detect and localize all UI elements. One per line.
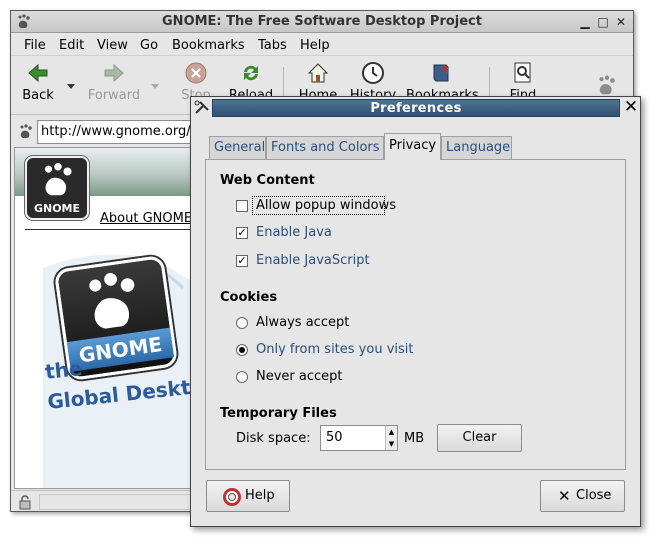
reload-icon bbox=[244, 65, 258, 81]
disk-space-value[interactable]: 50 bbox=[326, 430, 343, 445]
close-icon[interactable]: ✕ bbox=[613, 14, 629, 30]
gnome-logo-word: GNOME bbox=[33, 202, 81, 215]
gnome-foot-throbber-icon bbox=[599, 75, 615, 95]
privacy-panel: Web Content Allow popup windows ✓ Enable… bbox=[205, 159, 626, 470]
lifebuoy-icon bbox=[223, 488, 241, 506]
menu-help[interactable]: Help bbox=[300, 38, 330, 53]
menu-view[interactable]: View bbox=[97, 38, 128, 53]
cookies-visited-label: Only from sites you visit bbox=[256, 342, 414, 357]
close-x-icon: ✕ bbox=[558, 487, 571, 505]
cookies-heading: Cookies bbox=[220, 290, 278, 305]
stop-icon bbox=[185, 62, 207, 84]
cookies-visited-radio[interactable] bbox=[236, 344, 248, 356]
back-button[interactable]: Back bbox=[8, 61, 68, 103]
dialog-close-icon[interactable]: ✕ bbox=[623, 98, 639, 116]
cookies-never-label: Never accept bbox=[256, 369, 343, 384]
forward-arrow-icon bbox=[104, 63, 124, 83]
find-icon bbox=[514, 62, 531, 83]
forward-label: Forward bbox=[87, 88, 141, 103]
back-arrow-icon bbox=[28, 63, 48, 83]
enable-java-label: Enable Java bbox=[256, 225, 332, 240]
back-label: Back bbox=[22, 88, 54, 103]
dialog-title-bar: Preferences bbox=[212, 99, 620, 117]
tab-general[interactable]: General bbox=[209, 136, 266, 159]
lock-icon[interactable] bbox=[17, 494, 33, 510]
enable-javascript-checkbox[interactable]: ✓ bbox=[236, 255, 248, 267]
help-label: Help bbox=[245, 488, 275, 503]
menu-file[interactable]: File bbox=[24, 38, 46, 53]
back-dropdown-icon[interactable] bbox=[66, 81, 76, 91]
maximize-icon[interactable]: □ bbox=[595, 14, 611, 30]
menubar: File Edit View Go Bookmarks Tabs Help bbox=[11, 34, 633, 56]
cookies-always-label: Always accept bbox=[256, 315, 350, 330]
browser-title: GNOME: The Free Software Desktop Project bbox=[162, 14, 482, 29]
allow-popups-label: Allow popup windows bbox=[256, 198, 397, 213]
dialog-titlebar: Preferences ✕ bbox=[191, 97, 640, 119]
help-button[interactable]: Help bbox=[206, 480, 290, 512]
home-icon bbox=[307, 63, 329, 83]
gnome-foot-icon bbox=[89, 272, 135, 329]
clock-icon bbox=[362, 62, 384, 84]
url-input[interactable]: http://www.gnome.org/ bbox=[37, 120, 197, 144]
allow-popups-checkbox[interactable] bbox=[236, 200, 248, 212]
book-icon bbox=[433, 64, 449, 82]
tab-privacy[interactable]: Privacy bbox=[384, 133, 441, 160]
divider bbox=[25, 229, 203, 230]
clear-button[interactable]: Clear bbox=[437, 424, 522, 452]
about-gnome-link[interactable]: About GNOME bbox=[100, 211, 192, 226]
enable-javascript-label: Enable JavaScript bbox=[256, 253, 370, 268]
tab-fonts-and-colors[interactable]: Fonts and Colors bbox=[266, 136, 384, 159]
forward-button[interactable]: Forward bbox=[82, 61, 146, 103]
menu-bookmarks[interactable]: Bookmarks bbox=[172, 38, 245, 53]
preferences-dialog: Preferences ✕ General Fonts and Colors P… bbox=[190, 96, 641, 527]
status-text-field bbox=[39, 494, 199, 510]
menu-go[interactable]: Go bbox=[140, 38, 158, 53]
menu-edit[interactable]: Edit bbox=[59, 38, 84, 53]
browser-titlebar: GNOME: The Free Software Desktop Project… bbox=[11, 11, 633, 33]
disk-space-label: Disk space: bbox=[236, 431, 311, 446]
disk-unit-label: MB bbox=[404, 431, 425, 446]
tab-language[interactable]: Language bbox=[441, 136, 512, 159]
close-label: Close bbox=[576, 488, 612, 503]
gnome-logo[interactable]: GNOME bbox=[25, 156, 89, 220]
dialog-title: Preferences bbox=[370, 101, 462, 116]
gnome-big-logo-word: GNOME bbox=[66, 327, 175, 372]
minimize-icon[interactable]: ▁ bbox=[577, 14, 593, 30]
spinner-arrows-icon[interactable]: ▲ ▼ bbox=[385, 426, 397, 450]
page-icon[interactable] bbox=[18, 124, 34, 140]
tools-icon[interactable] bbox=[194, 100, 210, 116]
forward-dropdown-icon[interactable] bbox=[150, 81, 160, 91]
art-line1: the bbox=[43, 356, 84, 384]
cookies-always-radio[interactable] bbox=[236, 317, 248, 329]
enable-java-checkbox[interactable]: ✓ bbox=[236, 227, 248, 239]
menu-tabs[interactable]: Tabs bbox=[258, 38, 287, 53]
page-content: GNOME About GNOME GNOME the Global Deskt… bbox=[14, 147, 204, 489]
gnome-foot-icon bbox=[44, 162, 72, 196]
cookies-never-radio[interactable] bbox=[236, 371, 248, 383]
global-desktop-art: GNOME the Global Desktop bbox=[33, 248, 203, 488]
temporary-files-heading: Temporary Files bbox=[220, 406, 337, 421]
disk-space-spinner[interactable]: 50 ▲ ▼ bbox=[320, 425, 398, 451]
close-button[interactable]: ✕ Close bbox=[540, 480, 625, 512]
web-content-heading: Web Content bbox=[220, 173, 315, 188]
